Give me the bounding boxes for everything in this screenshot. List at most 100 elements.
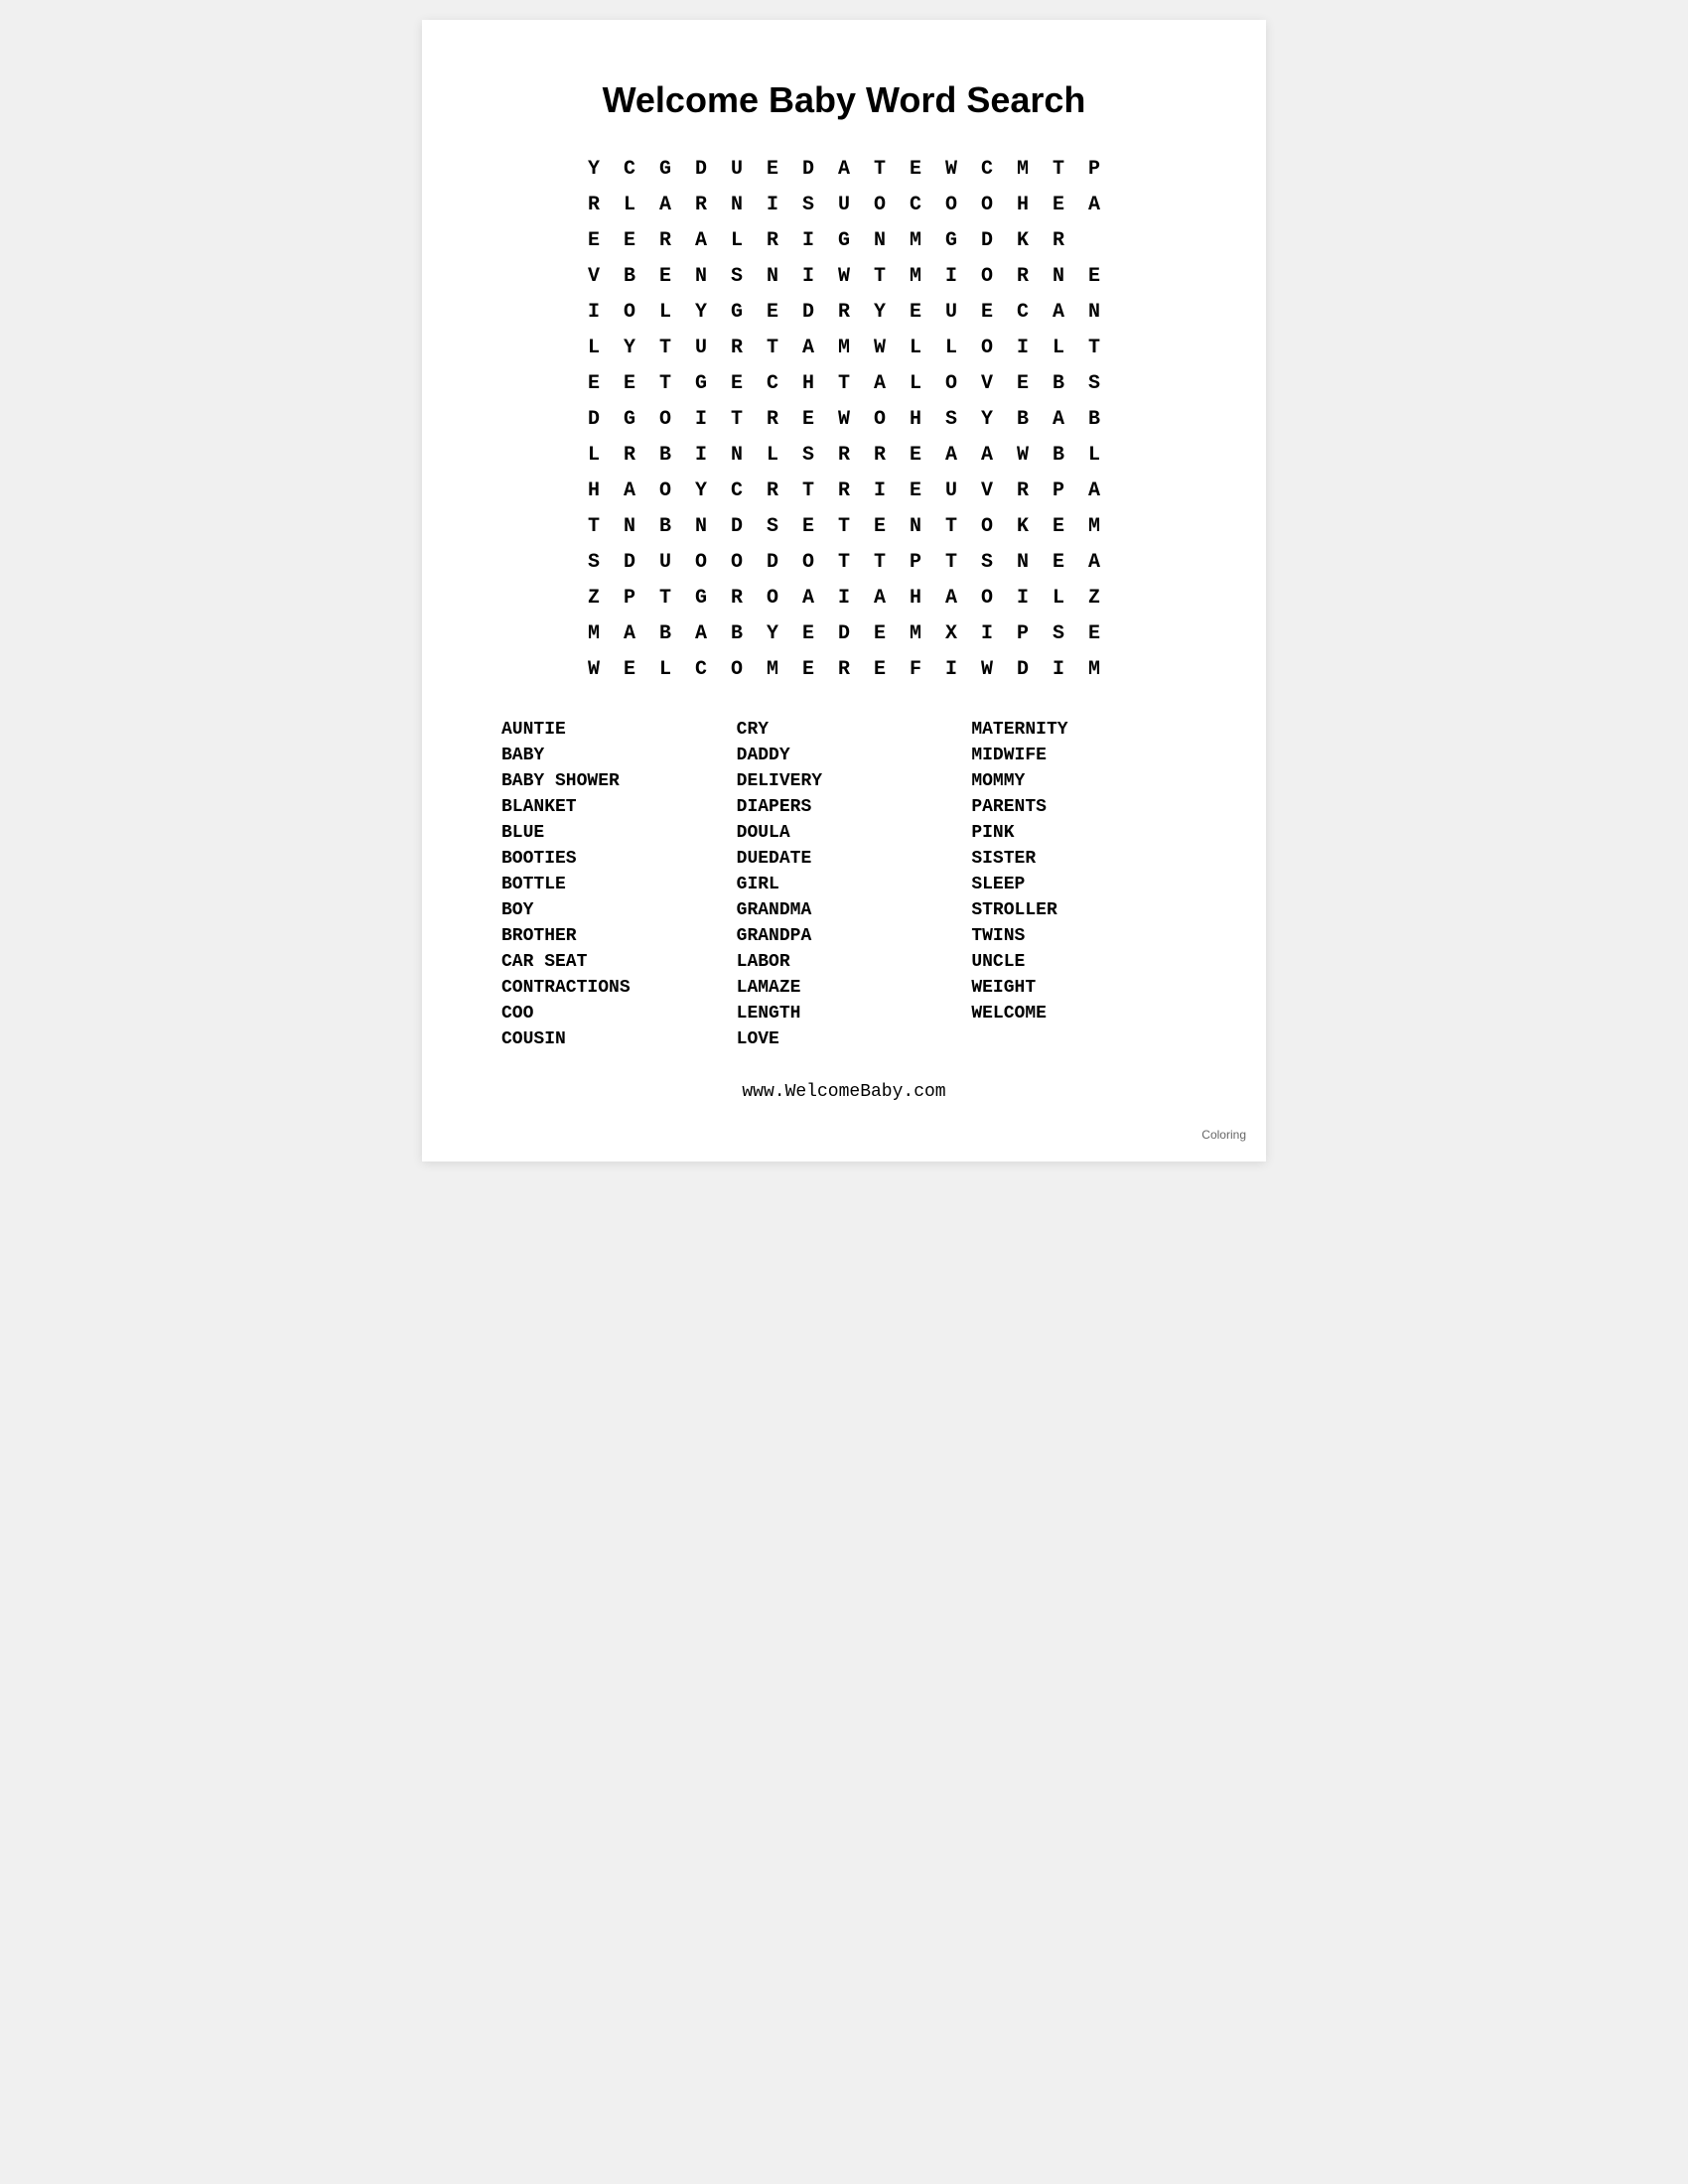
grid-cell: I [683, 437, 719, 473]
grid-cell: V [969, 365, 1005, 401]
grid-cell: R [755, 473, 790, 508]
grid-cell: C [612, 151, 647, 187]
grid-cell: E [1076, 258, 1112, 294]
grid-cell: R [755, 222, 790, 258]
grid-cell: P [612, 580, 647, 615]
grid-cell: N [612, 508, 647, 544]
grid-cell: I [933, 651, 969, 687]
grid-cell: M [576, 615, 612, 651]
grid-cell: A [862, 580, 898, 615]
word-list-col1: AUNTIEBABYBABY SHOWERBLANKETBLUEBOOTIESB… [501, 717, 717, 1052]
grid-cell: E [576, 365, 612, 401]
list-item: SLEEP [971, 872, 1187, 897]
grid-cell: W [969, 651, 1005, 687]
grid-cell: G [683, 365, 719, 401]
grid-cell: E [612, 365, 647, 401]
grid-cell: P [1005, 615, 1041, 651]
grid-cell: R [719, 330, 755, 365]
grid-cell: Y [862, 294, 898, 330]
grid-cell: B [1076, 401, 1112, 437]
grid-cell: M [898, 222, 933, 258]
grid-cell: R [1005, 258, 1041, 294]
grid-cell: T [933, 508, 969, 544]
grid-cell: A [933, 580, 969, 615]
grid-cell: D [790, 294, 826, 330]
grid-cell: O [969, 187, 1005, 222]
grid-cell: D [612, 544, 647, 580]
grid-cell: P [898, 544, 933, 580]
grid-cell: L [755, 437, 790, 473]
grid-cell: A [683, 615, 719, 651]
grid-cell: T [755, 330, 790, 365]
grid-cell: D [683, 151, 719, 187]
grid-cell: O [862, 187, 898, 222]
grid-cell: P [1041, 473, 1076, 508]
word-list-col3: MATERNITYMIDWIFEMOMMYPARENTSPINKSISTERSL… [971, 717, 1187, 1052]
grid-cell: T [826, 365, 862, 401]
grid-cell: B [1005, 401, 1041, 437]
grid-cell: I [862, 473, 898, 508]
grid-cell: W [826, 258, 862, 294]
grid-cell: W [862, 330, 898, 365]
grid-cell: L [898, 330, 933, 365]
list-item: SISTER [971, 846, 1187, 872]
grid-cell: E [612, 222, 647, 258]
grid-cell: Y [755, 615, 790, 651]
grid-cell: T [862, 151, 898, 187]
grid-cell: Y [683, 294, 719, 330]
grid-cell: N [683, 508, 719, 544]
grid-cell: N [898, 508, 933, 544]
word-search-grid: YCGDUEDATEWCMTPRLARNISUOCOOHEAEERALRIGNM… [576, 151, 1112, 687]
list-item: MATERNITY [971, 717, 1187, 743]
list-item: BABY [501, 743, 717, 768]
list-item: DIAPERS [737, 794, 952, 820]
list-item: DADDY [737, 743, 952, 768]
grid-cell: I [1041, 651, 1076, 687]
grid-cell: A [1076, 544, 1112, 580]
grid-cell: S [1041, 615, 1076, 651]
grid-cell: E [1041, 508, 1076, 544]
grid-cell: R [755, 401, 790, 437]
grid-cell: A [969, 437, 1005, 473]
word-search-grid-container: YCGDUEDATEWCMTPRLARNISUOCOOHEAEERALRIGNM… [501, 151, 1187, 687]
grid-cell: T [826, 544, 862, 580]
grid-cell: T [647, 580, 683, 615]
grid-cell: U [647, 544, 683, 580]
grid-cell: S [719, 258, 755, 294]
grid-cell: E [898, 473, 933, 508]
list-item: DELIVERY [737, 768, 952, 794]
grid-cell: T [1076, 330, 1112, 365]
grid-cell: I [790, 222, 826, 258]
grid-cell: I [1005, 580, 1041, 615]
grid-cell: A [612, 615, 647, 651]
grid-cell: R [1041, 222, 1076, 258]
grid-cell: M [1076, 651, 1112, 687]
grid-cell: U [933, 473, 969, 508]
list-item: DOULA [737, 820, 952, 846]
grid-cell: L [1041, 580, 1076, 615]
grid-cell: N [862, 222, 898, 258]
grid-cell: R [826, 294, 862, 330]
grid-cell: R [612, 437, 647, 473]
grid-cell: T [719, 401, 755, 437]
list-item: CRY [737, 717, 952, 743]
grid-cell: S [1076, 365, 1112, 401]
list-item: LABOR [737, 949, 952, 975]
list-item: MOMMY [971, 768, 1187, 794]
grid-cell: Z [1076, 580, 1112, 615]
grid-cell: A [1076, 187, 1112, 222]
grid-cell: M [1076, 508, 1112, 544]
grid-cell: O [719, 544, 755, 580]
grid-cell: C [683, 651, 719, 687]
grid-cell: O [719, 651, 755, 687]
grid-cell: D [1005, 651, 1041, 687]
grid-cell: N [719, 437, 755, 473]
grid-cell: E [1041, 187, 1076, 222]
grid-cell: F [898, 651, 933, 687]
grid-cell: T [826, 508, 862, 544]
grid-cell: I [969, 615, 1005, 651]
grid-cell: R [1005, 473, 1041, 508]
grid-cell: Y [576, 151, 612, 187]
grid-cell: O [790, 544, 826, 580]
grid-cell: R [826, 651, 862, 687]
